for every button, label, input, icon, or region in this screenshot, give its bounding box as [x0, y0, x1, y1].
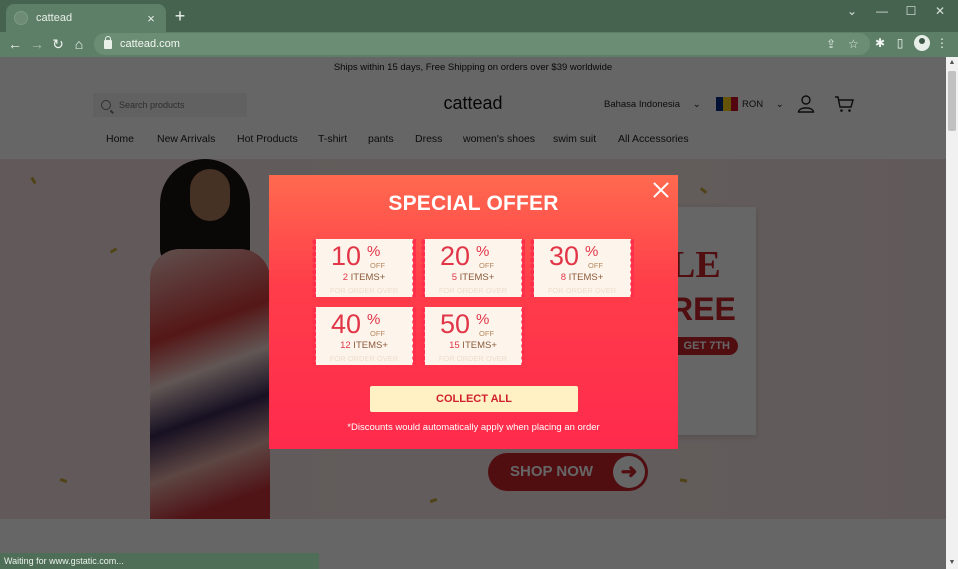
browser-chrome: cattead × + ⌄ — ☐ ✕ ← → ↻ ⌂ cattead.com … — [0, 0, 958, 57]
browser-menu-icon[interactable]: ⋮ — [934, 36, 950, 50]
coupon-off: OFF — [370, 261, 385, 270]
scroll-down-arrow-icon[interactable]: ▼ — [946, 557, 958, 569]
home-button[interactable]: ⌂ — [70, 35, 88, 53]
coupon-percent: 40 — [330, 309, 361, 339]
coupon-card: 40% OFF 12 ITEMS+ FOR ORDER OVER — [312, 307, 416, 365]
coupon-condition: FOR ORDER OVER — [438, 286, 508, 295]
special-offer-modal: SPECIAL OFFER 10% OFF 2 ITEMS+ FOR ORDER … — [269, 175, 678, 449]
percent-sign: % — [367, 311, 381, 328]
favicon-icon — [14, 11, 28, 25]
coupon-condition: FOR ORDER OVER — [438, 354, 508, 363]
coupon-condition: FOR ORDER OVER — [547, 286, 617, 295]
scroll-up-arrow-icon[interactable]: ▲ — [946, 57, 958, 69]
coupon-items-count: 12 — [340, 340, 351, 351]
reload-button[interactable]: ↻ — [49, 35, 67, 53]
coupon-card: 10% OFF 2 ITEMS+ FOR ORDER OVER — [312, 239, 416, 297]
tab-close-icon[interactable]: × — [144, 11, 158, 26]
percent-sign: % — [476, 243, 490, 260]
coupon-items-label: ITEMS+ — [566, 272, 604, 283]
tab-search-icon[interactable]: ⌄ — [842, 4, 862, 18]
modal-title: SPECIAL OFFER — [388, 192, 559, 215]
extensions-icon[interactable]: ✱ — [872, 36, 888, 50]
forward-button[interactable]: → — [28, 35, 46, 53]
discount-note: *Discounts would automatically apply whe… — [347, 422, 600, 433]
coupon-percent: 50 — [439, 309, 470, 339]
page-viewport: Ships within 15 days, Free Shipping on o… — [0, 57, 946, 569]
coupon-items-label: ITEMS+ — [348, 272, 386, 283]
tab-title: cattead — [36, 12, 73, 24]
coupon-off: OFF — [479, 329, 494, 338]
side-panel-icon[interactable]: ▯ — [892, 36, 908, 50]
coupon-condition: FOR ORDER OVER — [329, 354, 399, 363]
tab-cattead[interactable]: cattead × — [6, 4, 166, 32]
coupon-off: OFF — [370, 329, 385, 338]
coupon-percent: 20 — [439, 241, 470, 271]
lock-icon — [104, 35, 112, 49]
browser-toolbar: ← → ↻ ⌂ cattead.com ⇪ ☆ ✱ ▯ ⋮ — [0, 32, 958, 57]
url-text: cattead.com — [120, 38, 180, 50]
coupon-card: 50% OFF 15 ITEMS+ FOR ORDER OVER — [421, 307, 525, 365]
coupon-card: 30% OFF 8 ITEMS+ FOR ORDER OVER — [530, 239, 634, 297]
percent-sign: % — [476, 311, 490, 328]
share-icon[interactable]: ⇪ — [826, 37, 836, 51]
coupon-off: OFF — [479, 261, 494, 270]
page-scrollbar[interactable]: ▲ ▼ — [946, 57, 958, 569]
coupon-percent: 10 — [330, 241, 361, 271]
coupon-items-label: ITEMS+ — [459, 340, 497, 351]
coupon-items-label: ITEMS+ — [457, 272, 495, 283]
new-tab-button[interactable]: + — [171, 7, 189, 25]
coupon-card: 20% OFF 5 ITEMS+ FOR ORDER OVER — [421, 239, 525, 297]
coupon-condition: FOR ORDER OVER — [329, 286, 399, 295]
back-button[interactable]: ← — [6, 35, 24, 53]
collect-all-button[interactable]: COLLECT ALL — [370, 386, 578, 412]
profile-avatar[interactable] — [914, 35, 930, 51]
coupon-percent: 30 — [548, 241, 579, 271]
coupon-items-label: ITEMS+ — [350, 340, 388, 351]
minimize-button[interactable]: — — [872, 4, 892, 18]
tab-strip: cattead × + ⌄ — ☐ ✕ — [0, 0, 958, 32]
status-bar: Waiting for www.gstatic.com... — [0, 553, 319, 569]
coupon-off: OFF — [588, 261, 603, 270]
address-bar[interactable]: cattead.com ⇪ ☆ — [94, 33, 870, 55]
coupon-items-count: 15 — [449, 340, 460, 351]
percent-sign: % — [367, 243, 381, 260]
close-window-button[interactable]: ✕ — [930, 4, 950, 18]
bookmark-star-icon[interactable]: ☆ — [848, 37, 859, 51]
scrollbar-thumb[interactable] — [948, 71, 956, 131]
percent-sign: % — [585, 243, 599, 260]
maximize-button[interactable]: ☐ — [901, 4, 921, 18]
